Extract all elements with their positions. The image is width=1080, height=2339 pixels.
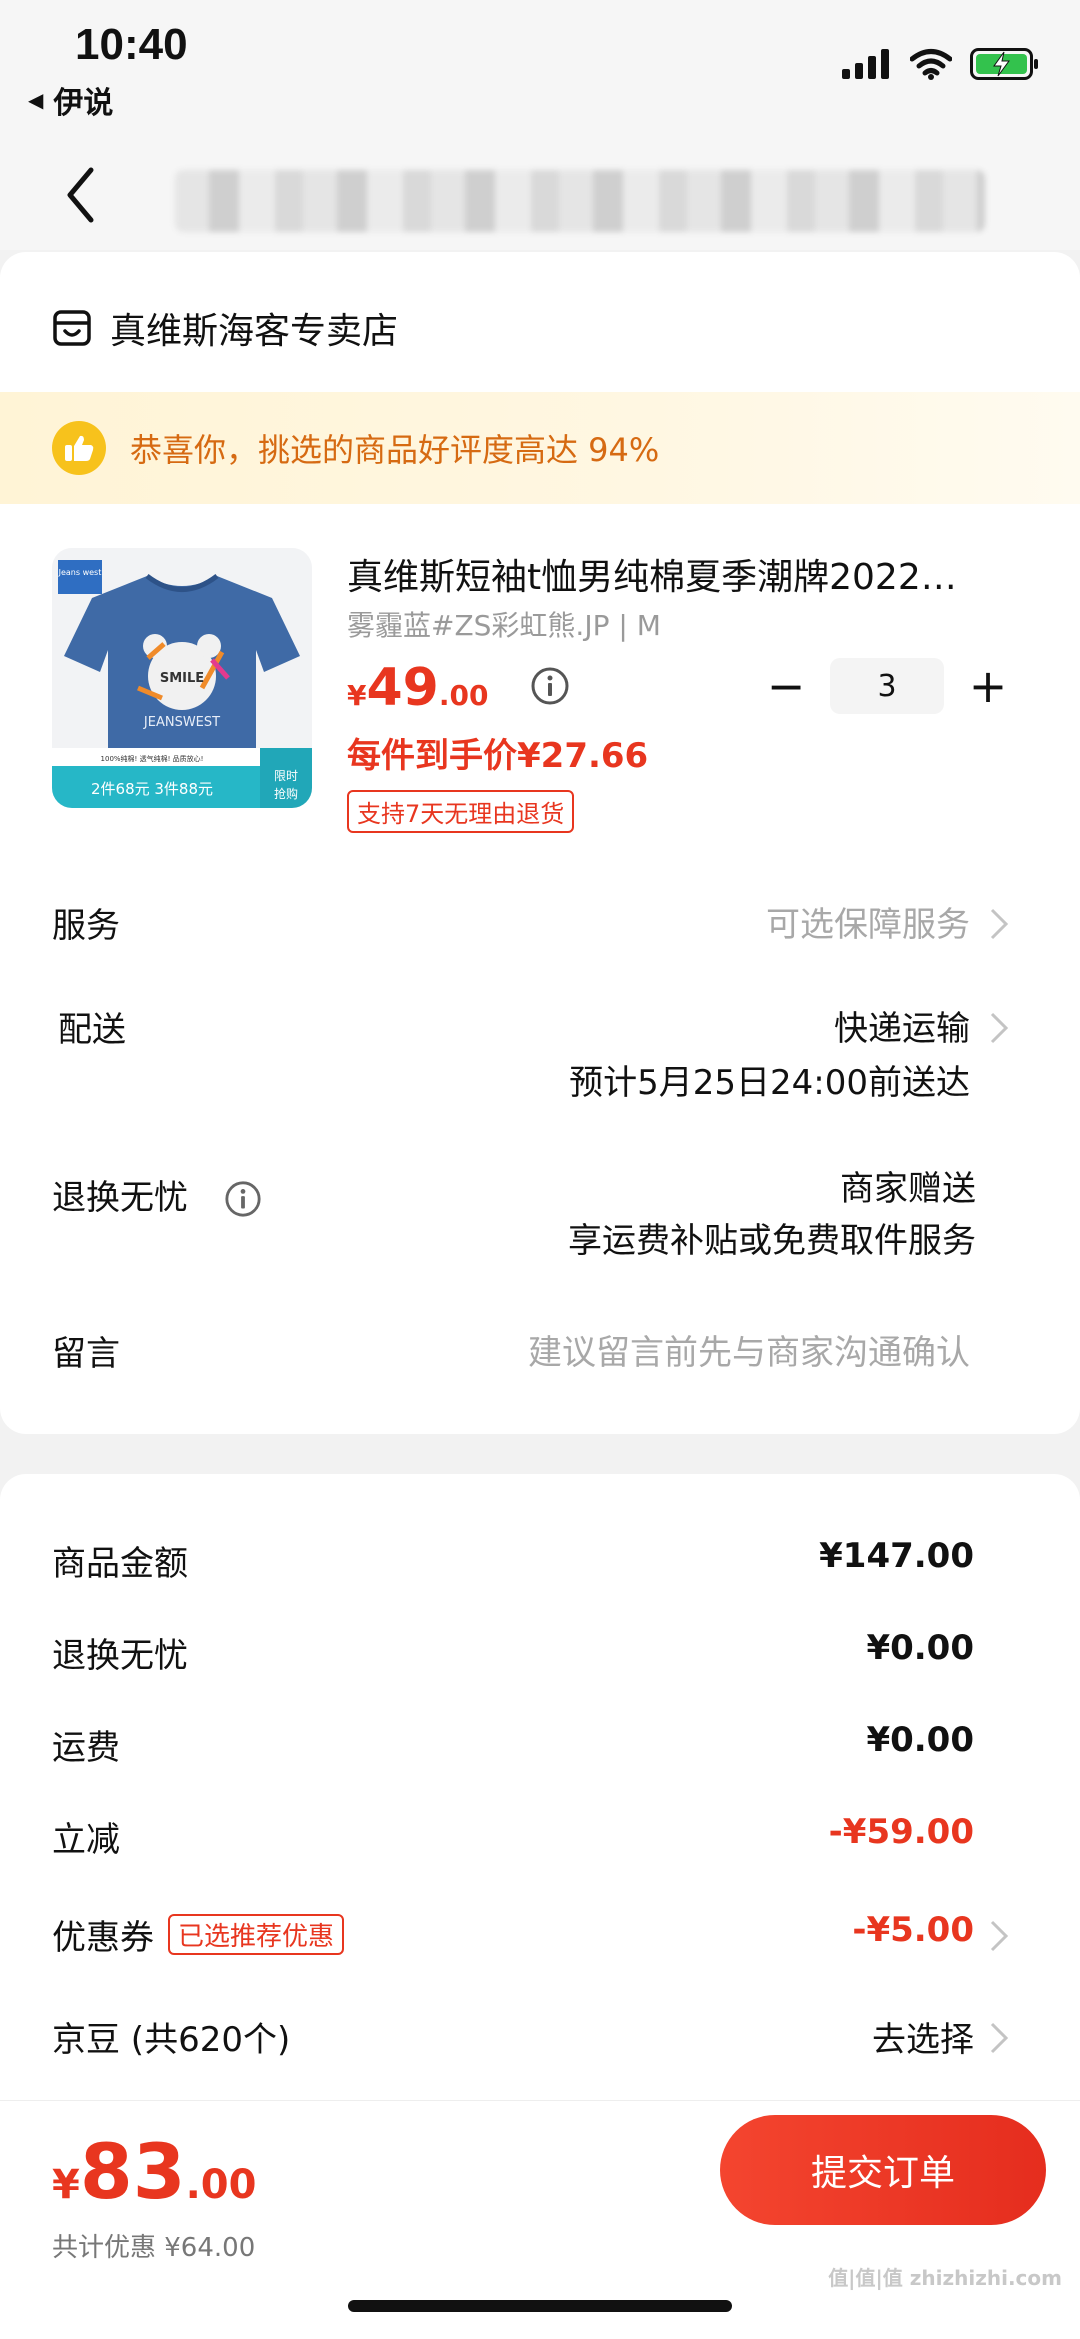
svg-text:2件68元 3件88元: 2件68元 3件88元 bbox=[91, 780, 213, 798]
svg-text:100%纯棉! 透气纯棉! 品质放心!: 100%纯棉! 透气纯棉! 品质放心! bbox=[101, 754, 204, 763]
increase-button[interactable]: + bbox=[968, 663, 1008, 709]
worry-free-row[interactable]: 退换无忧 商家赠送 享运费补贴或免费取件服务 bbox=[52, 1169, 1028, 1280]
nav-bar bbox=[0, 140, 1080, 250]
message-row[interactable]: 留言 建议留言前先与商家沟通确认 bbox=[52, 1326, 1028, 1386]
blurred-address-title bbox=[175, 170, 985, 232]
rating-banner-text: 恭喜你，挑选的商品好评度高达 94% bbox=[130, 431, 660, 469]
summary-jd-beans[interactable]: 京豆 (共620个) 去选择 bbox=[52, 2012, 1028, 2066]
rating-banner: 恭喜你，挑选的商品好评度高达 94% bbox=[0, 392, 1080, 504]
message-input[interactable]: 建议留言前先与商家沟通确认 bbox=[528, 1326, 970, 1380]
price-currency: ¥ bbox=[347, 679, 367, 712]
watermark: 值|值|值 zhizhizhi.com bbox=[828, 2266, 1062, 2290]
submit-order-button[interactable]: 提交订单 bbox=[720, 2115, 1046, 2225]
coupon-label: 优惠券 bbox=[52, 1918, 154, 1958]
decrease-button[interactable]: − bbox=[766, 663, 806, 709]
unit-price: 每件到手价¥27.66 bbox=[347, 736, 649, 776]
service-row[interactable]: 服务 可选保障服务 bbox=[52, 898, 1028, 958]
price-summary-card: 商品金额 ¥147.00 退换无忧 ¥0.00 运费 ¥0.00 立减 -¥59… bbox=[0, 1474, 1080, 2114]
summary-discount: 立减 -¥59.00 bbox=[52, 1812, 1028, 1866]
chevron-right-icon bbox=[990, 1012, 1009, 1044]
product-spec[interactable]: 雾霾蓝#ZS彩虹熊.JP | M bbox=[347, 604, 661, 644]
worry-free-fee-value: ¥0.00 bbox=[866, 1628, 974, 1668]
back-app-label: 伊说 bbox=[53, 86, 114, 121]
chevron-right-icon bbox=[990, 1920, 1009, 1952]
worry-free-fee-label: 退换无忧 bbox=[52, 1636, 188, 1676]
product-image[interactable]: SMILE JEANSWEST Jeans west 100%纯棉! 透气纯棉!… bbox=[52, 548, 312, 808]
svg-text:抢购: 抢购 bbox=[274, 786, 298, 801]
service-value: 可选保障服务 bbox=[766, 905, 970, 945]
wifi-icon bbox=[910, 49, 952, 80]
shop-name: 真维斯海客专卖店 bbox=[110, 311, 399, 352]
thumbs-up-icon bbox=[52, 421, 106, 475]
worry-free-info-icon[interactable] bbox=[224, 1180, 262, 1218]
discount-value: -¥59.00 bbox=[828, 1812, 974, 1852]
chevron-right-icon bbox=[990, 2022, 1009, 2054]
shipping-label: 运费 bbox=[52, 1728, 120, 1768]
store-icon bbox=[53, 310, 91, 346]
svg-text:JEANSWEST: JEANSWEST bbox=[143, 715, 220, 730]
total-price: ¥ 83 .00 bbox=[52, 2127, 256, 2216]
summary-goods-amount: 商品金额 ¥147.00 bbox=[52, 1536, 1028, 1590]
svg-text:限时: 限时 bbox=[274, 769, 298, 783]
product-title[interactable]: 真维斯短袖t恤男纯棉夏季潮牌2022… bbox=[347, 548, 1027, 600]
back-to-app-link[interactable]: ◀ 伊说 bbox=[28, 78, 113, 122]
jd-beans-select: 去选择 bbox=[872, 2020, 974, 2060]
service-label: 服务 bbox=[52, 906, 120, 946]
battery-charging-icon bbox=[970, 48, 1038, 80]
return-policy-badge: 支持7天无理由退货 bbox=[347, 790, 575, 833]
clock: 10:40 bbox=[75, 20, 188, 69]
discount-label: 立减 bbox=[52, 1820, 120, 1860]
summary-shipping: 运费 ¥0.00 bbox=[52, 1720, 1028, 1774]
worry-free-value: 商家赠送 bbox=[840, 1169, 976, 1209]
product-item: SMILE JEANSWEST Jeans west 100%纯棉! 透气纯棉!… bbox=[52, 548, 1032, 848]
price-info-icon[interactable] bbox=[530, 666, 570, 706]
jd-beans-label: 京豆 (共620个) bbox=[52, 2020, 291, 2060]
product-price: ¥ 49 .00 bbox=[347, 658, 488, 718]
svg-text:SMILE: SMILE bbox=[160, 671, 204, 686]
summary-worry-free: 退换无忧 ¥0.00 bbox=[52, 1628, 1028, 1682]
coupon-value: -¥5.00 bbox=[852, 1910, 974, 1950]
status-bar: 10:40 ◀ 伊说 bbox=[0, 0, 1080, 140]
home-indicator[interactable] bbox=[348, 2300, 732, 2312]
worry-free-detail: 享运费补贴或免费取件服务 bbox=[568, 1221, 976, 1261]
delivery-eta: 预计5月25日24:00前送达 bbox=[569, 1063, 970, 1103]
delivery-row[interactable]: 配送 快递运输 预计5月25日24:00前送达 bbox=[52, 1002, 1028, 1112]
price-decimal: .00 bbox=[438, 679, 489, 712]
quantity-field[interactable]: 3 bbox=[830, 658, 944, 714]
back-triangle-icon: ◀ bbox=[28, 88, 44, 112]
price-integer: 49 bbox=[366, 658, 439, 718]
order-card: 真维斯海客专卖店 恭喜你，挑选的商品好评度高达 94% SMILE JEANSW bbox=[0, 252, 1080, 1434]
total-integer: 83 bbox=[79, 2127, 186, 2216]
back-button[interactable] bbox=[50, 160, 110, 230]
goods-amount-value: ¥147.00 bbox=[819, 1536, 974, 1576]
total-currency: ¥ bbox=[52, 2162, 80, 2208]
signal-icon bbox=[842, 49, 889, 79]
goods-amount-label: 商品金额 bbox=[52, 1544, 188, 1584]
worry-free-label: 退换无忧 bbox=[52, 1178, 188, 1218]
total-decimal: .00 bbox=[185, 2162, 257, 2208]
delivery-label: 配送 bbox=[58, 1010, 126, 1050]
coupon-badge: 已选推荐优惠 bbox=[168, 1914, 345, 1955]
system-icons bbox=[842, 48, 1040, 80]
coupon-label-group: 优惠券 已选推荐优惠 bbox=[52, 1910, 345, 1959]
svg-text:Jeans west: Jeans west bbox=[58, 568, 102, 577]
delivery-method: 快递运输 bbox=[834, 1009, 970, 1049]
summary-coupon[interactable]: 优惠券 已选推荐优惠 -¥5.00 bbox=[52, 1910, 1028, 1964]
total-savings: 共计优惠 ¥64.00 bbox=[52, 2233, 256, 2263]
shipping-value: ¥0.00 bbox=[866, 1720, 974, 1760]
message-label: 留言 bbox=[52, 1334, 120, 1374]
chevron-left-icon bbox=[67, 167, 94, 223]
chevron-right-icon bbox=[990, 908, 1009, 940]
shop-header[interactable]: 真维斯海客专卖店 bbox=[52, 302, 398, 354]
quantity-stepper: − 3 + bbox=[766, 658, 1008, 714]
